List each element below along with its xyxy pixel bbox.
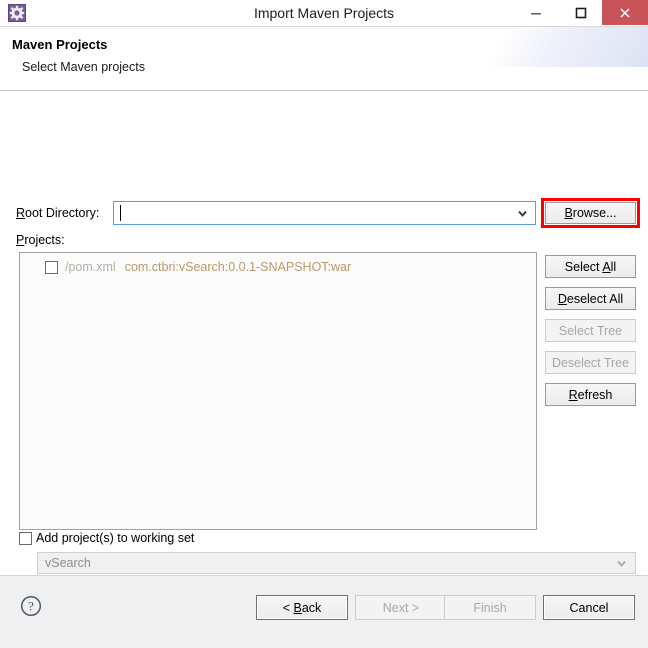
minimize-button[interactable] [513, 0, 558, 25]
browse-button[interactable]: Browse... [545, 202, 636, 224]
wizard-body: Root Directory: Browse... Projects: /pom… [0, 91, 648, 603]
select-tree-button[interactable]: Select Tree [545, 319, 636, 342]
root-directory-label: Root Directory: [16, 206, 100, 220]
refresh-button[interactable]: Refresh [545, 383, 636, 406]
svg-text:?: ? [28, 599, 34, 614]
close-button[interactable] [602, 0, 648, 25]
page-subtitle: Select Maven projects [22, 60, 145, 74]
text-caret [120, 205, 121, 221]
projects-list[interactable]: /pom.xml com.ctbri:vSearch:0.0.1-SNAPSHO… [19, 252, 537, 530]
root-directory-input[interactable] [113, 201, 536, 225]
back-button[interactable]: < Back [256, 595, 348, 620]
deselect-all-button[interactable]: Deselect All [545, 287, 636, 310]
project-checkbox[interactable] [45, 260, 58, 274]
page-title: Maven Projects [12, 37, 108, 52]
finish-button[interactable]: Finish [444, 595, 536, 620]
import-maven-projects-dialog: Import Maven Projects Maven Projects Sel… [0, 0, 648, 648]
select-all-button[interactable]: Select All [545, 255, 636, 278]
close-icon [602, 0, 648, 25]
projects-label: Projects: [16, 233, 65, 247]
chevron-down-icon[interactable] [517, 208, 528, 222]
wizard-banner-decoration [408, 27, 648, 67]
minimize-icon [513, 0, 558, 25]
project-path: /pom.xml [65, 260, 116, 274]
cancel-button[interactable]: Cancel [543, 595, 635, 620]
maximize-button[interactable] [558, 0, 603, 25]
maximize-icon [558, 0, 603, 25]
wizard-header: Maven Projects Select Maven projects [0, 27, 648, 91]
help-circle-icon[interactable]: ? [20, 595, 42, 620]
working-set-select[interactable]: vSearch [37, 552, 636, 574]
working-set-label: Add project(s) to working set [36, 531, 195, 545]
working-set-checkbox[interactable] [19, 532, 32, 545]
list-item[interactable]: /pom.xml com.ctbri:vSearch:0.0.1-SNAPSHO… [20, 257, 536, 277]
deselect-tree-button[interactable]: Deselect Tree [545, 351, 636, 374]
chevron-down-icon[interactable] [616, 558, 627, 572]
title-bar: Import Maven Projects [0, 0, 648, 27]
working-set-value: vSearch [45, 556, 91, 570]
next-button[interactable]: Next > [355, 595, 447, 620]
project-coordinates: com.ctbri:vSearch:0.0.1-SNAPSHOT:war [124, 260, 352, 274]
